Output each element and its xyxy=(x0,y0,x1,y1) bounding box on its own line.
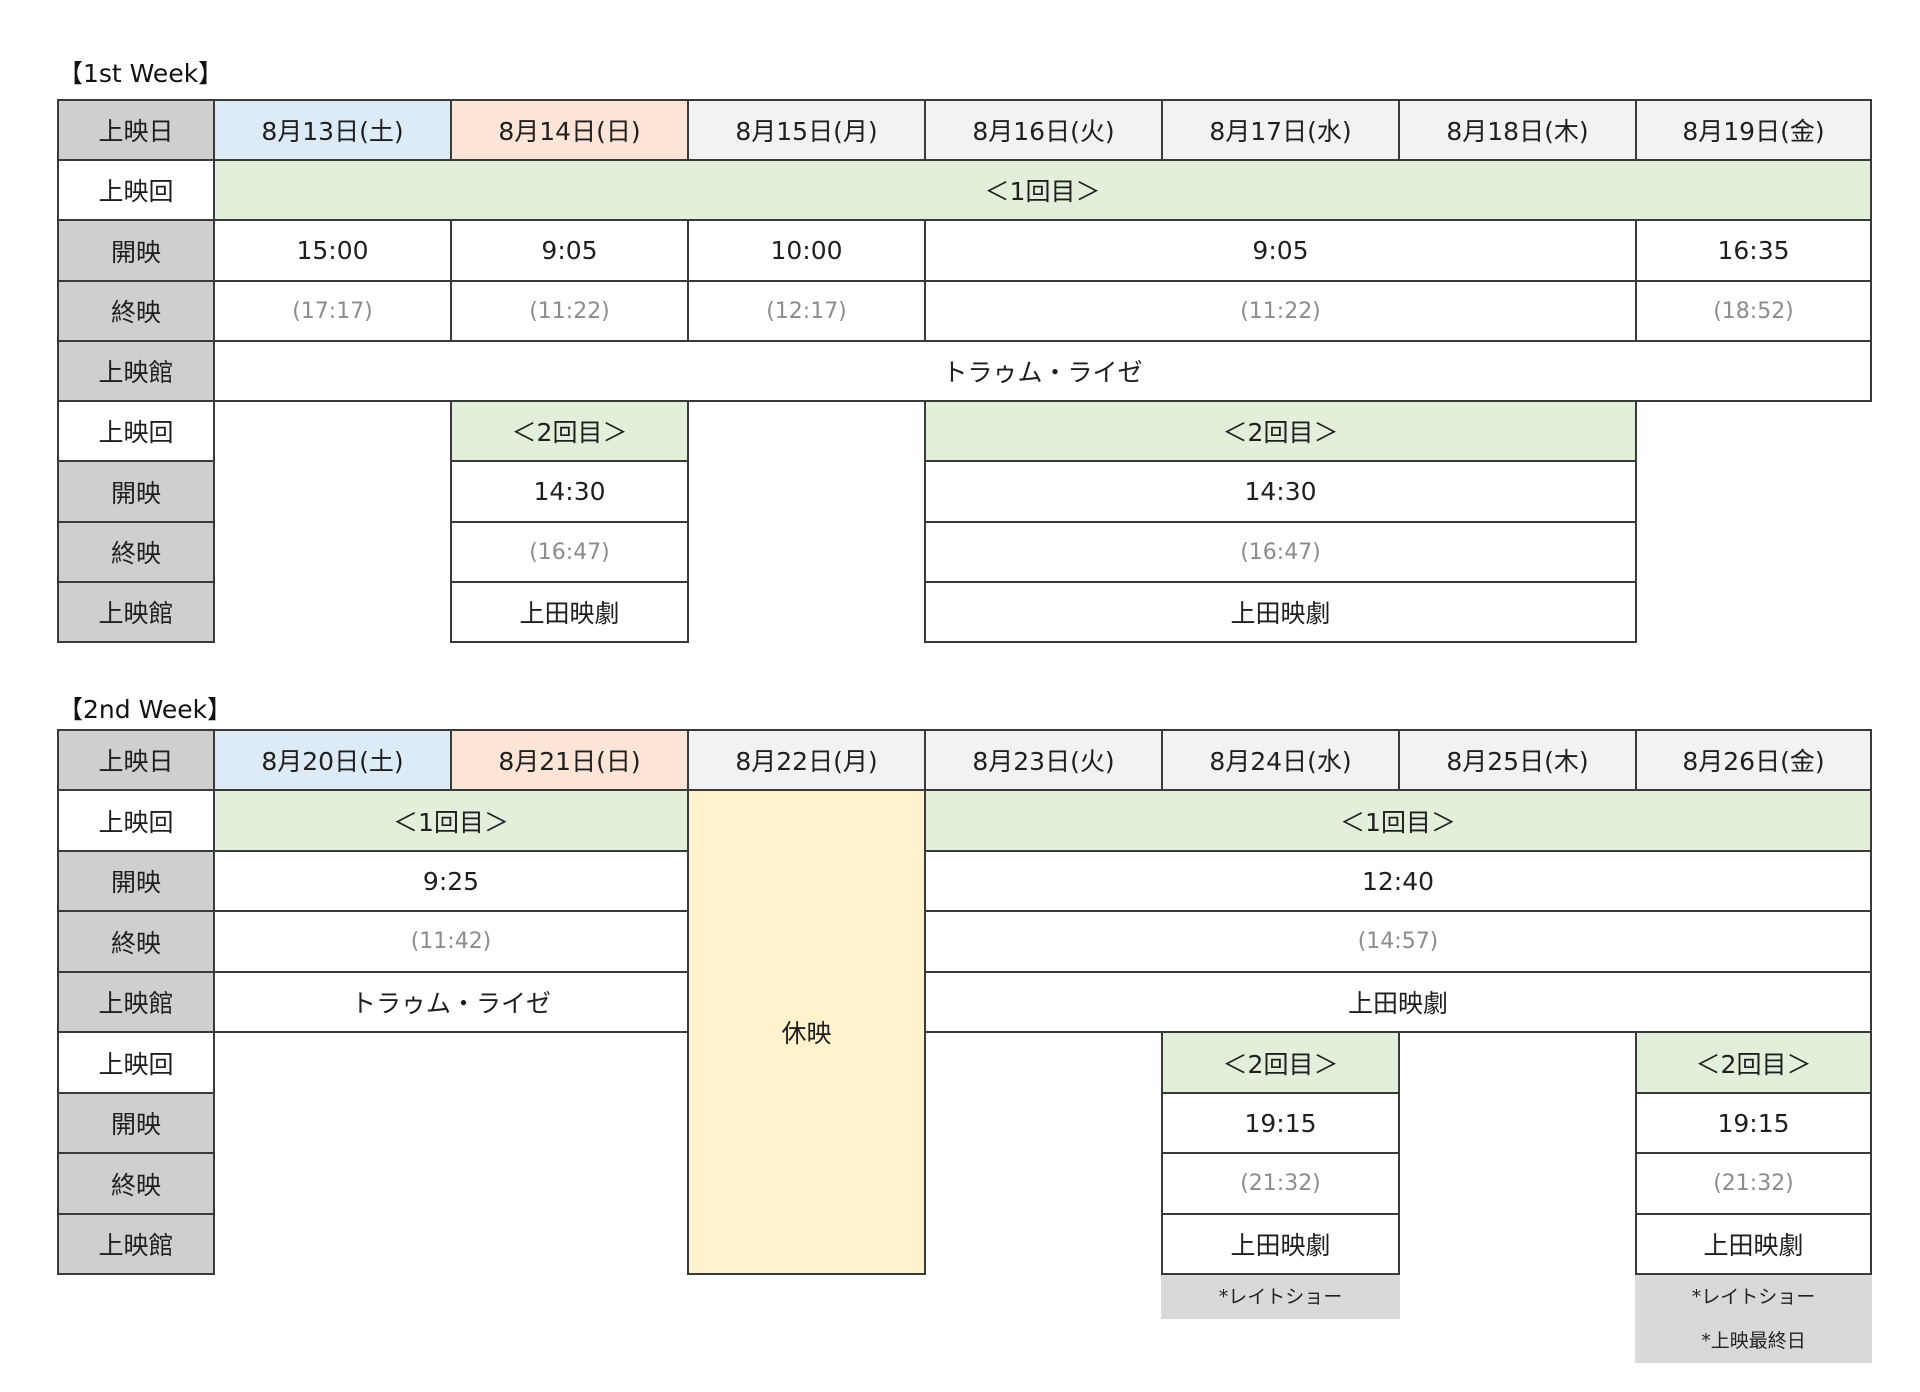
start-time: 9:25 xyxy=(213,850,689,912)
label-start: 開映 xyxy=(57,460,215,523)
closed-cell: 休映 xyxy=(687,789,926,1275)
end-time: (16:47) xyxy=(924,521,1637,583)
date-header: 8月24日(水) xyxy=(1161,729,1400,791)
round1-cell: ＜1回目＞ xyxy=(924,789,1872,852)
date-header: 8月19日(金) xyxy=(1635,99,1872,161)
date-header: 8月25日(木) xyxy=(1398,729,1637,791)
start-time: 16:35 xyxy=(1635,219,1872,282)
venue-cell: 上田映劇 xyxy=(924,581,1637,643)
end-time: (21:32) xyxy=(1635,1152,1872,1215)
round2-cell: ＜2回目＞ xyxy=(1635,1031,1872,1094)
label-start: 開映 xyxy=(57,219,215,282)
note-text: *レイトショー xyxy=(1218,1286,1343,1308)
label-round: 上映回 xyxy=(57,159,215,221)
start-time: 19:15 xyxy=(1635,1092,1872,1154)
final-day-note: *レイトショー *上映最終日 xyxy=(1635,1275,1872,1363)
date-header: 8月15日(月) xyxy=(687,99,926,161)
start-time: 9:05 xyxy=(924,219,1637,282)
week1-title: 【1st Week】 xyxy=(58,59,224,88)
label-venue: 上映館 xyxy=(57,971,215,1033)
label-date: 上映日 xyxy=(57,99,215,161)
venue-cell: トラゥム・ライゼ xyxy=(213,971,689,1033)
week2-title: 【2nd Week】 xyxy=(58,695,233,724)
date-header: 8月26日(金) xyxy=(1635,729,1872,791)
date-header: 8月13日(土) xyxy=(213,99,452,161)
end-time: (11:22) xyxy=(450,280,689,342)
venue-cell: 上田映劇 xyxy=(1635,1213,1872,1275)
schedule-page: 【1st Week】 上映日 上映回 開映 終映 上映館 上映回 開映 終映 上… xyxy=(0,0,1920,1392)
label-venue: 上映館 xyxy=(57,340,215,402)
start-time: 12:40 xyxy=(924,850,1872,912)
date-header: 8月21日(日) xyxy=(450,729,689,791)
venue-cell: 上田映劇 xyxy=(924,971,1872,1033)
venue-cell: 上田映劇 xyxy=(1161,1213,1400,1275)
round1-cell: ＜1回目＞ xyxy=(213,159,1872,221)
start-time: 15:00 xyxy=(213,219,452,282)
date-header: 8月23日(火) xyxy=(924,729,1163,791)
date-header: 8月20日(土) xyxy=(213,729,452,791)
date-header: 8月14日(日) xyxy=(450,99,689,161)
note-text: *上映最終日 xyxy=(1701,1330,1806,1352)
end-time: (16:47) xyxy=(450,521,689,583)
label-date: 上映日 xyxy=(57,729,215,791)
venue-cell: 上田映劇 xyxy=(450,581,689,643)
round2-cell: ＜2回目＞ xyxy=(1161,1031,1400,1094)
label-venue: 上映館 xyxy=(57,1213,215,1275)
start-time: 10:00 xyxy=(687,219,926,282)
start-time: 14:30 xyxy=(924,460,1637,523)
start-time: 9:05 xyxy=(450,219,689,282)
label-start: 開映 xyxy=(57,850,215,912)
date-header: 8月17日(水) xyxy=(1161,99,1400,161)
end-time: (14:57) xyxy=(924,910,1872,973)
end-time: (18:52) xyxy=(1635,280,1872,342)
start-time: 19:15 xyxy=(1161,1092,1400,1154)
date-header: 8月18日(木) xyxy=(1398,99,1637,161)
venue-cell: トラゥム・ライゼ xyxy=(213,340,1872,402)
round2-cell: ＜2回目＞ xyxy=(450,400,689,462)
label-round: 上映回 xyxy=(57,789,215,852)
label-end: 終映 xyxy=(57,910,215,973)
round1-cell: ＜1回目＞ xyxy=(213,789,689,852)
label-round: 上映回 xyxy=(57,1031,215,1094)
end-time: (11:42) xyxy=(213,910,689,973)
round2-cell: ＜2回目＞ xyxy=(924,400,1637,462)
end-time: (21:32) xyxy=(1161,1152,1400,1215)
label-end: 終映 xyxy=(57,1152,215,1215)
date-header: 8月16日(火) xyxy=(924,99,1163,161)
date-header: 8月22日(月) xyxy=(687,729,926,791)
week2-table: 上映日 上映回 開映 終映 上映館 上映回 開映 終映 上映館 8月20日(土)… xyxy=(57,729,1872,1365)
end-time: (17:17) xyxy=(213,280,452,342)
late-show-note: *レイトショー xyxy=(1161,1275,1400,1319)
label-end: 終映 xyxy=(57,280,215,342)
label-start: 開映 xyxy=(57,1092,215,1154)
label-venue: 上映館 xyxy=(57,581,215,643)
week1-table: 上映日 上映回 開映 終映 上映館 上映回 開映 終映 上映館 8月13日(土)… xyxy=(57,99,1872,644)
label-round: 上映回 xyxy=(57,400,215,462)
start-time: 14:30 xyxy=(450,460,689,523)
end-time: (11:22) xyxy=(924,280,1637,342)
note-text: *レイトショー xyxy=(1691,1286,1816,1308)
end-time: (12:17) xyxy=(687,280,926,342)
label-end: 終映 xyxy=(57,521,215,583)
